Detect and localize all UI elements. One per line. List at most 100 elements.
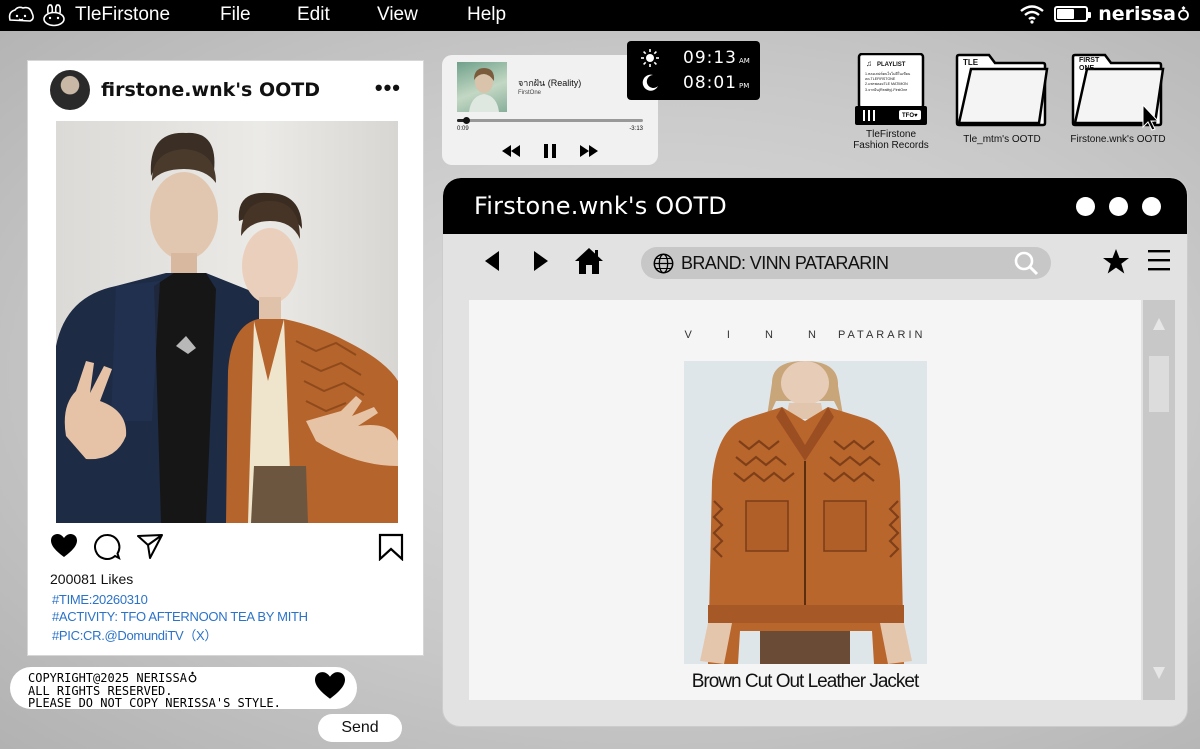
share-icon[interactable] bbox=[136, 533, 164, 559]
address-bar[interactable]: BRAND: VINN PATARARIN bbox=[641, 247, 1051, 279]
playlist-title: PLAYLIST bbox=[877, 62, 906, 68]
window-titlebar[interactable]: Firstone.wnk's OOTD bbox=[443, 178, 1187, 234]
copyright-bubble: COPYRIGHT@2025 NERISSA ALL RIGHTS RESERV… bbox=[10, 667, 357, 709]
track-title: จากฝัน (Reality) bbox=[518, 78, 582, 88]
scrollbar-thumb[interactable] bbox=[1149, 356, 1169, 412]
photo-illustration bbox=[56, 132, 398, 523]
progress-knob[interactable] bbox=[463, 117, 471, 124]
menu-help[interactable]: Help bbox=[467, 4, 506, 26]
heart-icon[interactable] bbox=[50, 533, 78, 559]
window-control-dot[interactable] bbox=[1076, 197, 1095, 216]
more-options-icon[interactable]: ••• bbox=[375, 75, 401, 101]
clock-widget: 09:13 AM 08:01 PM bbox=[627, 41, 760, 100]
track-artist: FirstOne bbox=[518, 90, 542, 96]
app-logo[interactable] bbox=[6, 3, 69, 27]
desktop-icon-label: Firstone.wnk's OOTD bbox=[1070, 134, 1166, 145]
jacket-illustration bbox=[700, 361, 912, 664]
desktop-icon-fashion-records[interactable]: PLAYLIST ♫ 1.หลงเสน่ห์คนใจไม่ดีในเขียนลด… bbox=[853, 53, 929, 151]
app-name[interactable]: TleFirstone bbox=[75, 4, 170, 26]
menu-icon[interactable] bbox=[1148, 249, 1170, 271]
battery-level bbox=[1057, 9, 1074, 19]
globe-icon bbox=[653, 253, 674, 274]
sun-icon bbox=[641, 49, 659, 67]
desktop-icon-tle-ootd[interactable]: TLE Tle_mtm's OOTD bbox=[955, 53, 1049, 149]
address-text: BRAND: VINN PATARARIN bbox=[681, 253, 889, 273]
night-suffix: PM bbox=[739, 82, 750, 90]
night-time: 08:01 PM bbox=[683, 73, 749, 93]
tag-time[interactable]: #TIME:20260310 bbox=[52, 592, 148, 607]
desktop-icon-firstone-ootd[interactable]: FIRST ONE Firstone.wnk's OOTD bbox=[1070, 53, 1166, 149]
tfo-badge: TFO♥ bbox=[902, 113, 918, 119]
ring-icon bbox=[188, 671, 197, 683]
back-icon[interactable] bbox=[484, 250, 500, 272]
copyright-line-1-text: COPYRIGHT@2025 NERISSA bbox=[28, 671, 187, 685]
send-button[interactable]: Send bbox=[318, 714, 402, 742]
battery-icon[interactable] bbox=[1054, 6, 1092, 22]
browser-window: Firstone.wnk's OOTD BRAND: VINN PATARARI… bbox=[442, 177, 1188, 727]
playlist-line-3: 3.จากฝัน(Reality)-FirstOne bbox=[865, 88, 908, 92]
playlist-line-2: 2.แพรพลอยTLE MATIMON bbox=[865, 82, 908, 86]
day-time-value: 09:13 bbox=[683, 48, 737, 68]
menu-view[interactable]: View bbox=[377, 4, 418, 26]
tag-activity[interactable]: #ACTIVITY: TFO AFTERNOON TEA BY MITH bbox=[52, 609, 308, 624]
album-art bbox=[469, 68, 499, 112]
day-suffix: AM bbox=[739, 57, 750, 65]
bookmark-icon[interactable] bbox=[378, 533, 404, 561]
ring-icon bbox=[1178, 6, 1189, 21]
bunny-icon bbox=[43, 4, 65, 27]
face-icon bbox=[8, 6, 34, 22]
fast-forward-icon[interactable] bbox=[580, 145, 598, 157]
likes-count: 200081 Likes bbox=[50, 571, 134, 587]
wifi-icon[interactable] bbox=[1020, 4, 1045, 24]
music-note-icon: ♫ bbox=[866, 59, 872, 68]
album-cover[interactable] bbox=[457, 62, 507, 112]
playback-controls bbox=[502, 144, 598, 158]
moon-icon bbox=[642, 74, 658, 91]
cursor-icon bbox=[1142, 103, 1159, 131]
copyright-line-1: COPYRIGHT@2025 NERISSA bbox=[28, 671, 357, 685]
copyright-line-3: PLEASE DO NOT COPY NERISSA'S STYLE. bbox=[28, 696, 281, 710]
scrollbar[interactable] bbox=[1143, 300, 1175, 700]
folder-tab-label: TLE bbox=[963, 58, 979, 67]
home-icon[interactable] bbox=[574, 247, 604, 275]
playlist-line-1: 1.หลงเสน่ห์คนใจไม่ดีในเขียนลด.TLEFIRSTON… bbox=[865, 72, 911, 81]
tag-pic-credit[interactable]: #PIC:CR.@DomundiTV（X） bbox=[52, 625, 217, 644]
menu-file[interactable]: File bbox=[220, 4, 251, 26]
user-name-text: nerissa bbox=[1098, 3, 1176, 25]
post-actions bbox=[50, 533, 405, 563]
scroll-up-icon[interactable] bbox=[1152, 317, 1166, 331]
menu-bar: TleFirstone File Edit View Help nerissa bbox=[0, 0, 1200, 31]
heart-icon[interactable] bbox=[313, 671, 347, 701]
product-image[interactable] bbox=[684, 361, 927, 664]
forward-icon[interactable] bbox=[533, 250, 549, 272]
window-control-dot[interactable] bbox=[1142, 197, 1161, 216]
brand-header-last: PATARARIN bbox=[838, 329, 926, 341]
bookmark-star-icon[interactable] bbox=[1102, 248, 1130, 275]
music-player: จากฝัน (Reality) FirstOne 0:09 -3:13 bbox=[442, 55, 658, 165]
remaining-time: -3:13 bbox=[629, 126, 643, 132]
window-control-dot[interactable] bbox=[1109, 197, 1128, 216]
brand-header-first: V I N N bbox=[684, 329, 832, 341]
day-time: 09:13 AM bbox=[683, 48, 750, 68]
post-username[interactable]: firstone.wnk's OOTD bbox=[101, 79, 320, 101]
post-card: firstone.wnk's OOTD ••• 200081 Likes #TI… bbox=[27, 60, 424, 656]
elapsed-time: 0:09 bbox=[457, 126, 469, 132]
night-time-value: 08:01 bbox=[683, 73, 737, 93]
comment-icon[interactable] bbox=[93, 533, 121, 561]
pause-icon[interactable] bbox=[544, 144, 556, 158]
brand-header: V I N N PATARARIN bbox=[469, 329, 1141, 341]
scroll-down-icon[interactable] bbox=[1152, 666, 1166, 680]
post-photo bbox=[56, 121, 398, 523]
rewind-icon[interactable] bbox=[502, 145, 520, 157]
avatar[interactable] bbox=[50, 70, 90, 110]
user-name[interactable]: nerissa bbox=[1098, 3, 1190, 25]
product-name[interactable]: Brown Cut Out Leather Jacket bbox=[469, 671, 1141, 693]
browser-toolbar: BRAND: VINN PATARARIN bbox=[443, 234, 1187, 296]
menu-edit[interactable]: Edit bbox=[297, 4, 330, 26]
page-content: V I N N PATARARIN Brown Cut Out Leather … bbox=[469, 300, 1141, 700]
folder-tab-label: FIRST ONE bbox=[1079, 57, 1100, 72]
window-title: Firstone.wnk's OOTD bbox=[474, 192, 727, 220]
search-icon[interactable] bbox=[1014, 251, 1039, 276]
window-controls bbox=[1076, 197, 1161, 216]
progress-bar[interactable] bbox=[457, 117, 643, 124]
